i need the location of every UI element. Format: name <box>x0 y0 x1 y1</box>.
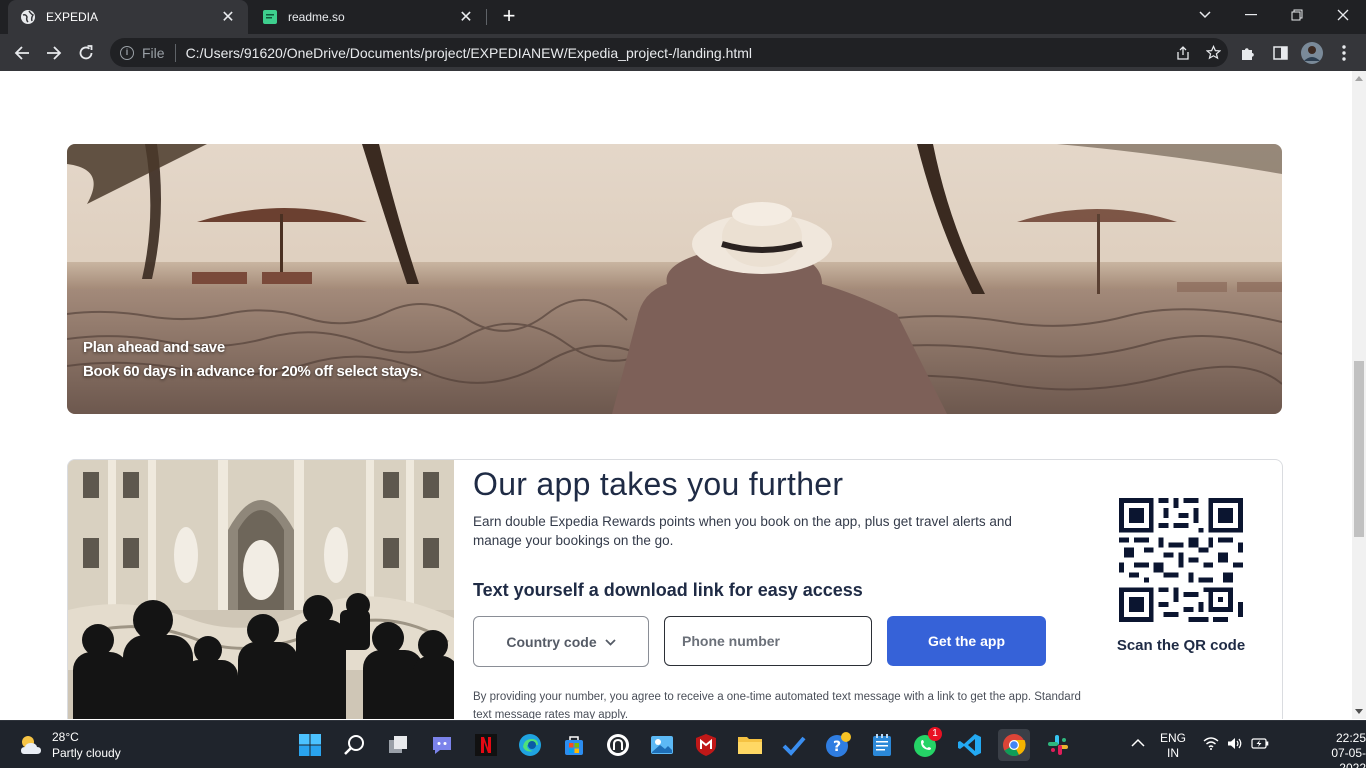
browser-tab-bar: EXPEDIA ✕ readme.so ✕ + <box>0 0 1366 34</box>
task-view-icon[interactable] <box>382 729 414 761</box>
github-desktop-icon[interactable] <box>602 729 634 761</box>
weather-widget[interactable]: 28°C Partly cloudy <box>18 729 121 761</box>
tab-title: EXPEDIA <box>46 10 99 24</box>
partly-cloudy-icon <box>21 736 41 754</box>
restore-icon[interactable] <box>1274 0 1320 30</box>
photos-app-icon[interactable] <box>646 729 678 761</box>
bookmark-star-icon[interactable] <box>1198 38 1228 67</box>
wifi-icon[interactable] <box>1203 737 1219 754</box>
edge-browser-icon[interactable] <box>514 729 546 761</box>
qr-code <box>1119 498 1243 622</box>
page-viewport: Plan ahead and save Book 60 days in adva… <box>0 71 1352 719</box>
address-bar[interactable]: i File C:/Users/91620/OneDrive/Documents… <box>110 38 1228 67</box>
language-code: ENG <box>1160 731 1187 745</box>
whatsapp-notification-badge: 1 <box>928 727 942 741</box>
microsoft-store-icon[interactable] <box>558 729 590 761</box>
weather-condition: Partly cloudy <box>52 746 121 760</box>
tab-title: readme.so <box>288 10 345 24</box>
scroll-down-arrow-icon[interactable] <box>1355 709 1363 714</box>
close-window-icon[interactable] <box>1320 0 1366 30</box>
qr-code-label: Scan the QR code <box>1116 637 1246 654</box>
weather-temperature: 28°C <box>52 730 79 744</box>
todo-check-icon[interactable] <box>778 729 810 761</box>
whatsapp-icon[interactable]: 1 <box>910 727 942 761</box>
trevi-fountain-photo <box>68 460 454 719</box>
country-code-dropdown[interactable]: Country code <box>473 616 649 667</box>
app-promo-card: Our app takes you further Earn double Ex… <box>67 459 1283 719</box>
browser-toolbar: i File C:/Users/91620/OneDrive/Documents… <box>0 34 1366 71</box>
profile-avatar[interactable] <box>1298 39 1326 67</box>
mcafee-icon[interactable] <box>690 729 722 761</box>
sms-disclaimer: By providing your number, you agree to r… <box>473 691 1081 719</box>
show-hidden-icons-chevron-icon[interactable] <box>1131 736 1145 751</box>
site-info-icon[interactable]: i <box>120 45 134 60</box>
clock-date: 07-05-2022 <box>1331 746 1366 775</box>
share-icon[interactable] <box>1168 38 1198 67</box>
banner-headline: Plan ahead and save <box>83 339 225 356</box>
back-arrow-icon[interactable] <box>8 39 36 67</box>
input-language-indicator[interactable]: ENG IN <box>1160 731 1186 761</box>
volume-icon[interactable] <box>1227 737 1243 754</box>
scrollbar-thumb[interactable] <box>1354 361 1364 537</box>
teams-chat-icon[interactable] <box>426 729 458 761</box>
language-region: IN <box>1167 746 1179 760</box>
search-icon[interactable] <box>338 729 370 761</box>
forward-arrow-icon[interactable] <box>40 39 68 67</box>
file-explorer-icon[interactable] <box>734 729 766 761</box>
tab-divider <box>486 9 487 25</box>
omnibox-divider <box>174 43 176 62</box>
slack-icon[interactable] <box>1042 729 1074 761</box>
vertical-scrollbar[interactable] <box>1352 71 1366 719</box>
app-promo-description: Earn double Expedia Rewards points when … <box>473 514 1012 548</box>
chevron-down-icon <box>604 635 616 649</box>
get-help-icon[interactable]: ? <box>822 729 854 761</box>
get-the-app-button[interactable]: Get the app <box>887 616 1046 666</box>
tab-search-chevron-icon[interactable] <box>1182 0 1228 30</box>
promo-banner[interactable]: Plan ahead and save Book 60 days in adva… <box>67 144 1282 414</box>
url-text[interactable]: C:/Users/91620/OneDrive/Documents/projec… <box>186 45 1168 61</box>
banner-subline: Book 60 days in advance for 20% off sele… <box>83 363 422 380</box>
tab-close-icon[interactable]: ✕ <box>220 7 236 27</box>
side-panel-icon[interactable] <box>1266 39 1294 67</box>
globe-icon <box>20 9 36 25</box>
windows-taskbar: 28°C Partly cloudy ? 1 ENG IN 22:25 07-0… <box>0 720 1366 775</box>
minimize-icon[interactable] <box>1228 0 1274 30</box>
download-link-heading: Text yourself a download link for easy a… <box>473 580 863 600</box>
svg-text:?: ? <box>833 739 841 755</box>
country-code-label: Country code <box>506 633 597 650</box>
scheme-label: File <box>142 44 165 61</box>
tab-expedia[interactable]: EXPEDIA ✕ <box>8 0 248 34</box>
app-promo-title: Our app takes you further <box>473 466 844 502</box>
menu-kebab-icon[interactable] <box>1330 39 1358 67</box>
tab-close-icon[interactable]: ✕ <box>458 7 474 27</box>
system-clock[interactable]: 22:25 07-05-2022 <box>1306 731 1366 776</box>
scroll-up-arrow-icon[interactable] <box>1355 76 1363 81</box>
reload-icon[interactable] <box>72 39 100 67</box>
vscode-icon[interactable] <box>954 729 986 761</box>
netflix-icon[interactable] <box>470 729 502 761</box>
phone-number-input[interactable] <box>664 616 872 666</box>
readme-favicon-icon <box>262 9 278 25</box>
banner-caption: Plan ahead and save Book 60 days in adva… <box>83 336 422 384</box>
clock-time: 22:25 <box>1335 731 1366 745</box>
battery-icon[interactable] <box>1251 737 1269 753</box>
tab-readme[interactable]: readme.so ✕ <box>250 0 486 34</box>
new-tab-plus-icon[interactable]: + <box>498 5 520 27</box>
extensions-puzzle-icon[interactable] <box>1234 39 1262 67</box>
chrome-icon[interactable] <box>998 729 1030 761</box>
notepad-icon[interactable] <box>866 729 898 761</box>
windows-start-icon[interactable] <box>294 729 326 761</box>
